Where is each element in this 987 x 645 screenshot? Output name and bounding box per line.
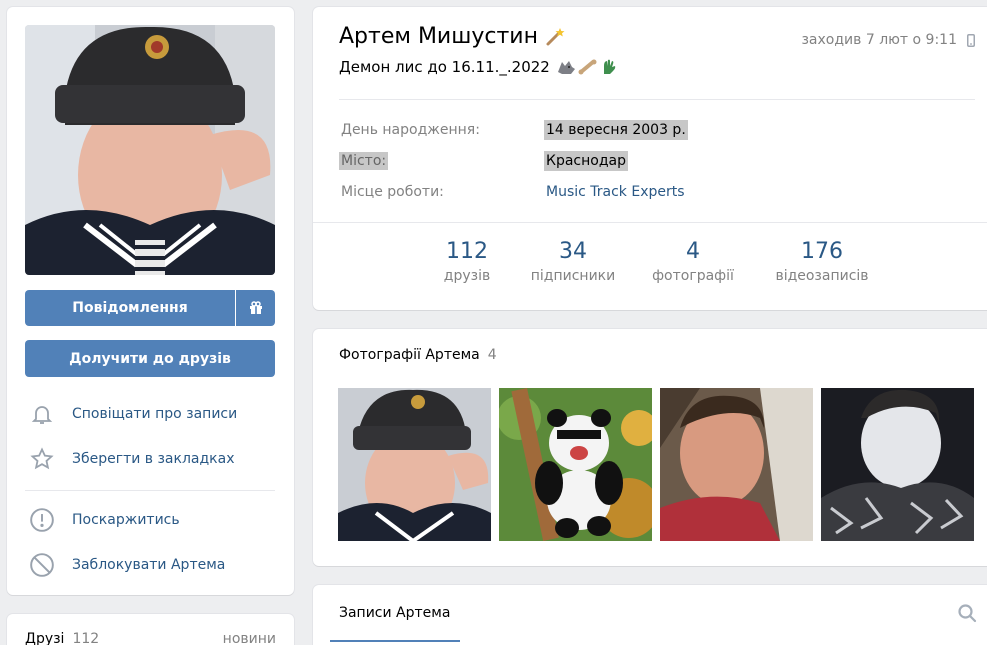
friends-card: Друзі 112 новини <box>7 614 294 645</box>
last-seen-text: заходив 7 лют о 9:11 <box>801 32 957 48</box>
photos-count: 4 <box>487 347 497 363</box>
profile-name: Артем Мишустин <box>339 24 538 49</box>
counter-followers[interactable]: 34 підписники <box>523 239 623 284</box>
tab-posts[interactable]: Записи Артема <box>339 605 450 621</box>
photo-thumb[interactable] <box>821 388 974 541</box>
avatar[interactable] <box>25 25 275 275</box>
photo-thumb[interactable] <box>499 388 652 541</box>
info-row-city: Місто: Краснодар <box>339 150 628 172</box>
photos-header[interactable]: Фотографії Артема 4 <box>339 347 497 363</box>
gift-icon <box>249 301 262 314</box>
info-value-birthday[interactable]: 14 вересня 2003 р. <box>544 120 688 140</box>
divider <box>25 490 275 491</box>
notify-posts-label: Сповіщати про записи <box>72 406 238 422</box>
bone-emoji-icon <box>578 59 597 75</box>
add-friend-button[interactable]: Долучити до друзів <box>25 340 275 377</box>
profile-status[interactable]: Демон лис до 16.11._.2022 <box>339 58 618 76</box>
block-icon <box>27 550 57 580</box>
page-title: Артем Мишустин <box>339 24 566 49</box>
block-action[interactable]: Заблокувати Артема <box>25 545 275 585</box>
tab-underline <box>330 640 460 642</box>
exclamation-icon <box>27 505 57 535</box>
counter-videos[interactable]: 176 відеозаписів <box>768 239 876 284</box>
counter-caption: відеозаписів <box>775 268 869 284</box>
info-value-city[interactable]: Краснодар <box>544 151 628 171</box>
counter-caption: фотографії <box>652 268 734 284</box>
counter-number: 34 <box>559 239 587 264</box>
notify-posts-action[interactable]: Сповіщати про записи <box>25 394 275 434</box>
mobile-phone-icon <box>967 33 975 47</box>
photos-card: Фотографії Артема 4 <box>313 329 987 566</box>
posts-card: Записи Артема <box>313 585 987 645</box>
counter-number: 176 <box>801 239 843 264</box>
status-label: Демон лис до 16.11._.2022 <box>339 58 550 76</box>
photos-title: Фотографії Артема <box>339 347 480 363</box>
wolf-emoji-icon <box>557 61 575 74</box>
counter-caption: підписники <box>530 268 616 284</box>
info-row-birthday: День народження: 14 вересня 2003 р. <box>339 119 688 141</box>
block-label: Заблокувати Артема <box>72 557 226 573</box>
info-row-work: Місце роботи: Music Track Experts <box>339 181 687 203</box>
counter-caption: друзів <box>443 268 491 284</box>
info-label: День народження: <box>341 122 480 138</box>
friends-news-link[interactable]: новини <box>223 631 276 645</box>
info-label: Місце роботи: <box>341 184 444 200</box>
counter-number: 4 <box>686 239 700 264</box>
divider <box>339 99 975 100</box>
info-label: Місто: <box>339 152 389 170</box>
wand-emoji-icon <box>546 27 565 45</box>
friends-header[interactable]: Друзі 112 <box>25 631 99 645</box>
photo-thumb[interactable] <box>660 388 813 541</box>
divider <box>313 222 987 223</box>
report-label: Поскаржитись <box>72 512 180 528</box>
bell-icon <box>27 399 57 429</box>
profile-sidebar-card: Повідомлення Долучити до друзів Сповіщат… <box>7 7 294 595</box>
friends-title: Друзі <box>25 631 65 645</box>
star-icon <box>27 444 57 474</box>
glove-emoji-icon <box>603 59 616 74</box>
counter-photos[interactable]: 4 фотографії <box>647 239 739 284</box>
search-icon[interactable] <box>957 603 977 627</box>
info-value-work[interactable]: Music Track Experts <box>544 184 687 200</box>
photo-thumb[interactable] <box>338 388 491 541</box>
emoji-icons <box>556 58 618 76</box>
counter-number: 112 <box>446 239 488 264</box>
bookmark-label: Зберегти в закладках <box>72 451 235 467</box>
last-seen-status: заходив 7 лют о 9:11 <box>801 32 975 48</box>
friends-count: 112 <box>72 631 100 645</box>
profile-info-card: Артем Мишустин Демон лис до 16.11._.2022… <box>313 7 987 310</box>
counter-friends[interactable]: 112 друзів <box>435 239 499 284</box>
bookmark-action[interactable]: Зберегти в закладках <box>25 439 275 479</box>
gift-button[interactable] <box>236 290 275 326</box>
report-action[interactable]: Поскаржитись <box>25 500 275 540</box>
message-button[interactable]: Повідомлення <box>25 290 235 326</box>
